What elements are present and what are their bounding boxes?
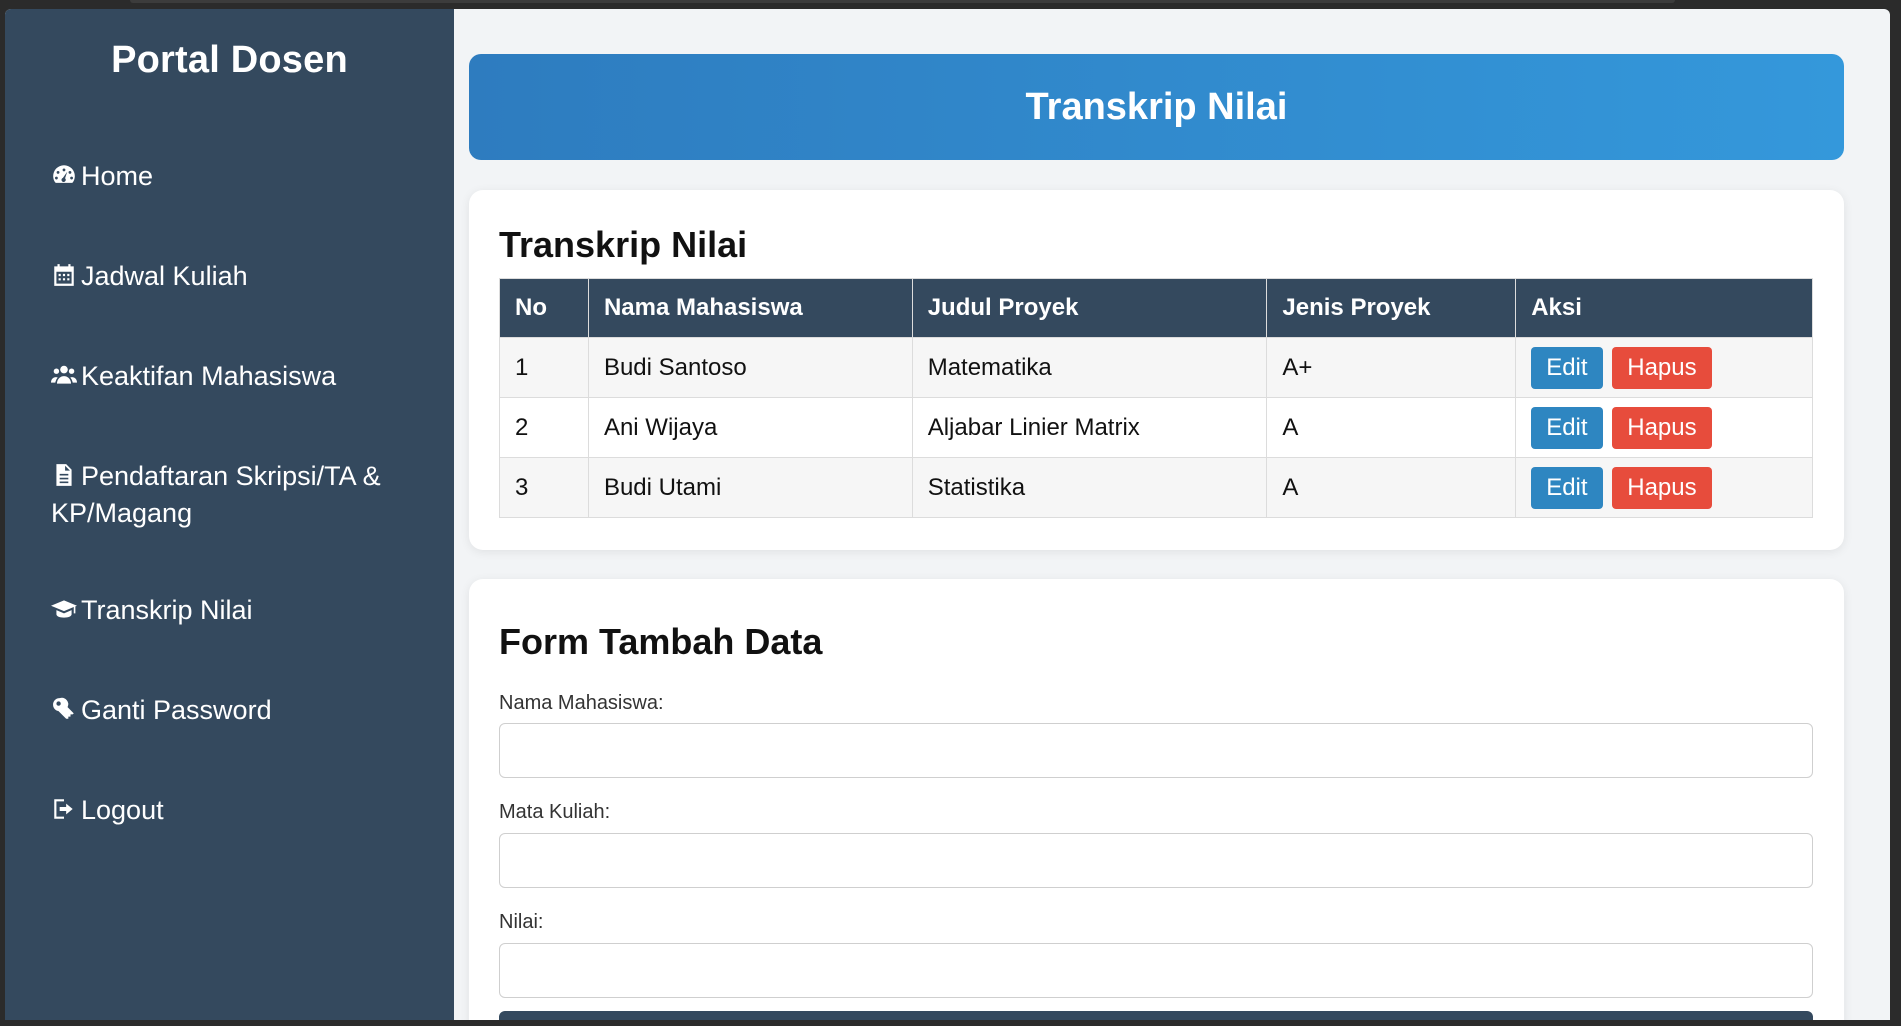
- sidebar-item-label: Logout: [81, 795, 164, 825]
- column-header: Judul Proyek: [911, 278, 1268, 338]
- brand-title: Portal Dosen: [111, 39, 348, 81]
- sidebar-item-ganti-password[interactable]: Ganti Password: [51, 693, 421, 730]
- cell-jenis: A: [1266, 457, 1517, 518]
- sidebar-item-label: Keaktifan Mahasiswa: [81, 361, 337, 391]
- cell-judul: Statistika: [911, 457, 1268, 518]
- cell-judul: Aljabar Linier Matrix: [911, 397, 1268, 458]
- transcript-card: Transkrip Nilai No Nama Mahasiswa Judul …: [469, 190, 1844, 550]
- scrollbar[interactable]: [1890, 9, 1901, 1020]
- cell-no: 2: [499, 397, 589, 458]
- sidebar-item-label: Ganti Password: [81, 695, 272, 725]
- edit-button[interactable]: Edit: [1531, 466, 1603, 509]
- sidebar-item-transkrip-nilai[interactable]: Transkrip Nilai: [51, 593, 421, 630]
- delete-button[interactable]: Hapus: [1612, 406, 1712, 449]
- delete-button[interactable]: Hapus: [1612, 346, 1712, 389]
- graduation-cap-icon: [51, 596, 81, 630]
- cell-aksi: Edit Hapus: [1515, 457, 1813, 518]
- cell-no: 1: [499, 337, 589, 398]
- page-title: Transkrip Nilai: [1025, 85, 1288, 128]
- cell-nama: Ani Wijaya: [587, 397, 913, 458]
- cell-jenis: A+: [1266, 337, 1517, 398]
- cell-jenis: A: [1266, 397, 1517, 458]
- form-title: Form Tambah Data: [499, 621, 823, 662]
- page-header: Transkrip Nilai: [469, 54, 1844, 160]
- sidebar-item-home[interactable]: Home: [51, 159, 421, 196]
- cell-no: 3: [499, 457, 589, 518]
- main-content: Transkrip Nilai Transkrip Nilai No Nama …: [454, 9, 1890, 1020]
- table-row: 1 Budi Santoso Matematika A+ Edit Hapus: [499, 337, 1813, 398]
- logout-icon: [51, 796, 81, 830]
- cell-nama: Budi Santoso: [587, 337, 913, 398]
- field-label: Mata Kuliah:: [499, 801, 611, 823]
- dashboard-icon: [51, 162, 81, 196]
- nilai-input[interactable]: [499, 943, 1813, 998]
- section-title: Transkrip Nilai: [499, 224, 748, 265]
- document-icon: [51, 462, 81, 496]
- column-header: Nama Mahasiswa: [587, 278, 913, 338]
- table-header-row: No Nama Mahasiswa Judul Proyek Jenis Pro…: [499, 278, 1813, 338]
- submit-button[interactable]: [499, 1011, 1813, 1020]
- field-label: Nilai:: [499, 911, 544, 933]
- transcript-table: No Nama Mahasiswa Judul Proyek Jenis Pro…: [499, 278, 1813, 518]
- table-row: 2 Ani Wijaya Aljabar Linier Matrix A Edi…: [499, 397, 1813, 458]
- add-data-form: Form Tambah Data Nama Mahasiswa: Mata Ku…: [469, 579, 1844, 1020]
- field-label: Nama Mahasiswa:: [499, 692, 664, 714]
- cell-nama: Budi Utami: [587, 457, 913, 518]
- sidebar-item-logout[interactable]: Logout: [51, 793, 421, 830]
- cell-aksi: Edit Hapus: [1515, 337, 1813, 398]
- browser-top-strip: [0, 0, 1901, 9]
- sidebar-item-keaktifan-mahasiswa[interactable]: Keaktifan Mahasiswa: [51, 359, 421, 396]
- browser-tab-strip: [130, 0, 1675, 3]
- column-header: Aksi: [1515, 278, 1813, 338]
- mata-kuliah-input[interactable]: [499, 833, 1813, 888]
- delete-button[interactable]: Hapus: [1612, 466, 1712, 509]
- app-window: Portal Dosen Home Jadwal Kuliah Keaktifa…: [5, 9, 1890, 1020]
- edit-button[interactable]: Edit: [1531, 346, 1603, 389]
- sidebar-item-label: Transkrip Nilai: [81, 595, 253, 625]
- nama-mahasiswa-input[interactable]: [499, 723, 1813, 778]
- sidebar-item-label: Pendaftaran Skripsi/TA & KP/Magang: [51, 461, 381, 528]
- sidebar: Portal Dosen Home Jadwal Kuliah Keaktifa…: [5, 9, 454, 1020]
- sidebar-item-jadwal-kuliah[interactable]: Jadwal Kuliah: [51, 259, 421, 296]
- column-header: Jenis Proyek: [1266, 278, 1517, 338]
- users-icon: [51, 362, 81, 396]
- edit-button[interactable]: Edit: [1531, 406, 1603, 449]
- calendar-icon: [51, 262, 81, 296]
- sidebar-item-label: Jadwal Kuliah: [81, 261, 248, 291]
- cell-aksi: Edit Hapus: [1515, 397, 1813, 458]
- sidebar-item-label: Home: [81, 161, 154, 191]
- column-header: No: [499, 278, 589, 338]
- cell-judul: Matematika: [911, 337, 1268, 398]
- sidebar-item-pendaftaran[interactable]: Pendaftaran Skripsi/TA & KP/Magang: [51, 459, 421, 530]
- table-row: 3 Budi Utami Statistika A Edit Hapus: [499, 457, 1813, 518]
- key-icon: [51, 696, 81, 730]
